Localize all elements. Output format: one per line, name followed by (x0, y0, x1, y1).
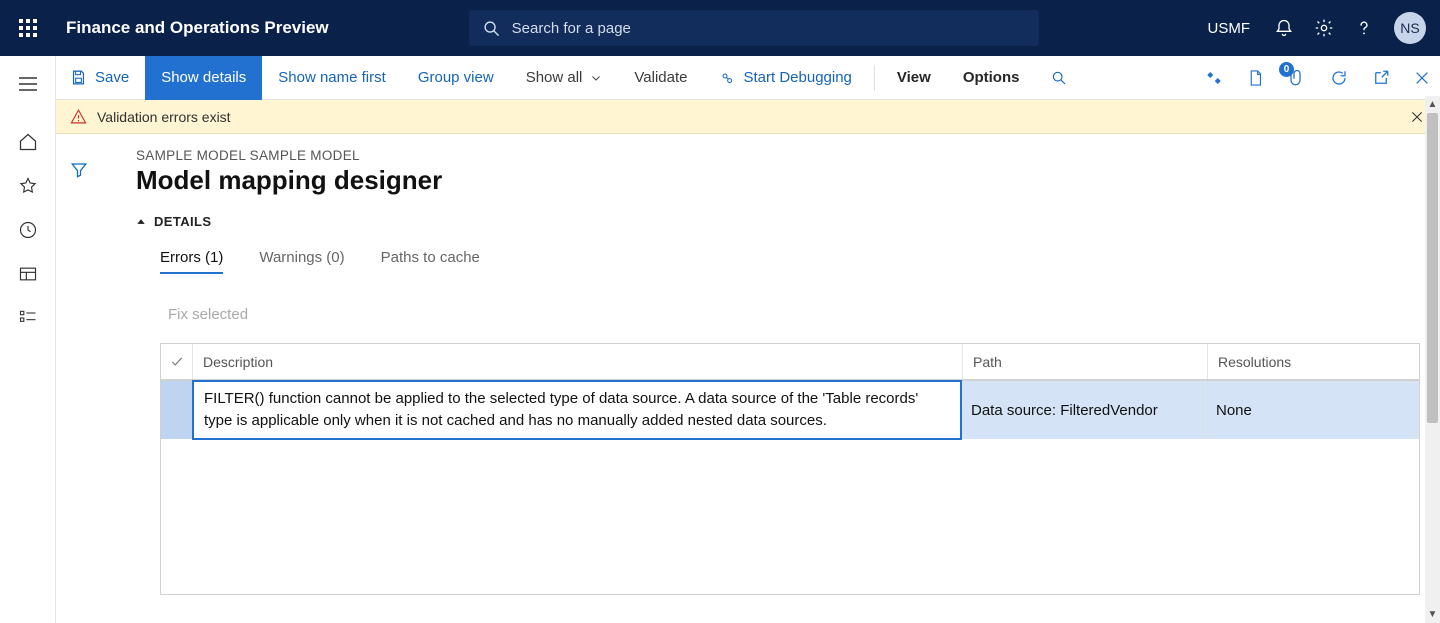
details-header-label: DETAILS (154, 214, 211, 229)
cell-description[interactable]: FILTER() function cannot be applied to t… (192, 380, 962, 440)
save-label: Save (95, 69, 129, 86)
settings-button[interactable] (1314, 0, 1334, 56)
funnel-icon (70, 161, 88, 179)
grid-header: Description Path Resolutions (161, 344, 1419, 380)
action-search-button[interactable] (1035, 56, 1083, 100)
details-section-toggle[interactable]: DETAILS (136, 214, 1420, 229)
save-icon (70, 69, 87, 86)
action-bar: Save Show details Show name first Group … (56, 56, 1440, 100)
rail-workspaces-button[interactable] (0, 252, 56, 296)
rail-home-button[interactable] (0, 120, 56, 164)
rail-recent-button[interactable] (0, 208, 56, 252)
home-icon (18, 132, 38, 152)
validate-button[interactable]: Validate (618, 56, 703, 100)
app-title: Finance and Operations Preview (66, 18, 329, 38)
message-close-button[interactable] (1410, 110, 1424, 124)
scroll-down-arrow[interactable]: ▼ (1425, 606, 1440, 623)
hamburger-icon (19, 77, 37, 91)
left-nav-rail (0, 56, 56, 623)
popout-icon (1372, 69, 1390, 87)
attachments-badge: 0 (1279, 62, 1294, 77)
bell-icon (1274, 18, 1294, 38)
warning-triangle-icon (70, 108, 87, 125)
gear-icon (1314, 18, 1334, 38)
user-avatar[interactable]: NS (1394, 12, 1426, 44)
header-resolutions[interactable]: Resolutions (1208, 344, 1419, 379)
errors-grid: Description Path Resolutions FILTER() fu… (160, 343, 1420, 595)
validation-message-text: Validation errors exist (97, 109, 231, 125)
options-menu[interactable]: Options (947, 56, 1036, 100)
cell-path: Data source: FilteredVendor (961, 381, 1206, 439)
breadcrumb: SAMPLE MODEL SAMPLE MODEL (136, 148, 1420, 163)
start-debugging-button[interactable]: Start Debugging (703, 56, 867, 100)
clock-icon (18, 220, 38, 240)
tab-errors[interactable]: Errors (1) (160, 249, 223, 274)
show-all-dropdown[interactable]: Show all (510, 56, 619, 100)
help-button[interactable] (1354, 0, 1374, 56)
page-title: Model mapping designer (136, 165, 1420, 196)
cell-resolutions: None (1206, 381, 1419, 439)
collapse-icon (136, 217, 146, 227)
company-code[interactable]: USMF (1204, 0, 1255, 56)
group-view-button[interactable]: Group view (402, 56, 510, 100)
show-details-button[interactable]: Show details (145, 56, 262, 100)
debug-icon (719, 70, 735, 86)
chevron-down-icon (590, 72, 602, 84)
customize-icon-button[interactable] (1205, 69, 1223, 87)
search-icon (1051, 70, 1067, 86)
attachments-button[interactable]: 0 (1288, 69, 1306, 87)
refresh-button[interactable] (1330, 69, 1348, 87)
workspace-icon (18, 264, 38, 284)
popout-button[interactable] (1372, 69, 1390, 87)
rail-modules-button[interactable] (0, 296, 56, 340)
global-search-placeholder: Search for a page (512, 20, 631, 37)
star-icon (18, 176, 38, 196)
show-all-label: Show all (526, 69, 583, 86)
check-icon (170, 355, 184, 369)
search-icon (483, 20, 500, 37)
row-checkbox[interactable] (161, 381, 193, 439)
tab-paths-to-cache[interactable]: Paths to cache (381, 249, 480, 274)
app-launcher-button[interactable] (0, 0, 56, 56)
header-description[interactable]: Description (193, 344, 963, 379)
view-menu[interactable]: View (881, 56, 947, 100)
page-options-button[interactable] (1247, 69, 1264, 87)
vertical-scrollbar[interactable]: ▲ ▼ (1425, 96, 1440, 623)
rail-favorites-button[interactable] (0, 164, 56, 208)
x-icon (1414, 70, 1430, 86)
show-name-first-button[interactable]: Show name first (262, 56, 402, 100)
refresh-icon (1330, 69, 1348, 87)
grid-empty-area (161, 439, 1419, 594)
question-icon (1354, 18, 1374, 38)
nav-toggle-button[interactable] (0, 62, 56, 106)
close-page-button[interactable] (1414, 70, 1430, 86)
select-all-checkbox[interactable] (161, 344, 193, 379)
save-button[interactable]: Save (56, 56, 145, 100)
waffle-icon (19, 19, 37, 37)
diamonds-icon (1205, 69, 1223, 87)
notifications-button[interactable] (1274, 0, 1294, 56)
x-icon (1410, 110, 1424, 124)
header-path[interactable]: Path (963, 344, 1208, 379)
start-debugging-label: Start Debugging (743, 69, 851, 86)
global-search-input[interactable]: Search for a page (469, 10, 1039, 46)
filter-pane-toggle[interactable] (56, 148, 102, 192)
details-tabs: Errors (1) Warnings (0) Paths to cache (160, 249, 1420, 274)
validation-message-bar: Validation errors exist (56, 100, 1440, 134)
modules-icon (18, 308, 38, 328)
fix-selected-button: Fix selected (168, 306, 1420, 323)
grid-row[interactable]: FILTER() function cannot be applied to t… (161, 380, 1419, 439)
page-icon (1247, 69, 1264, 87)
tab-warnings[interactable]: Warnings (0) (259, 249, 344, 274)
scroll-thumb[interactable] (1427, 113, 1438, 423)
scroll-up-arrow[interactable]: ▲ (1425, 96, 1440, 113)
